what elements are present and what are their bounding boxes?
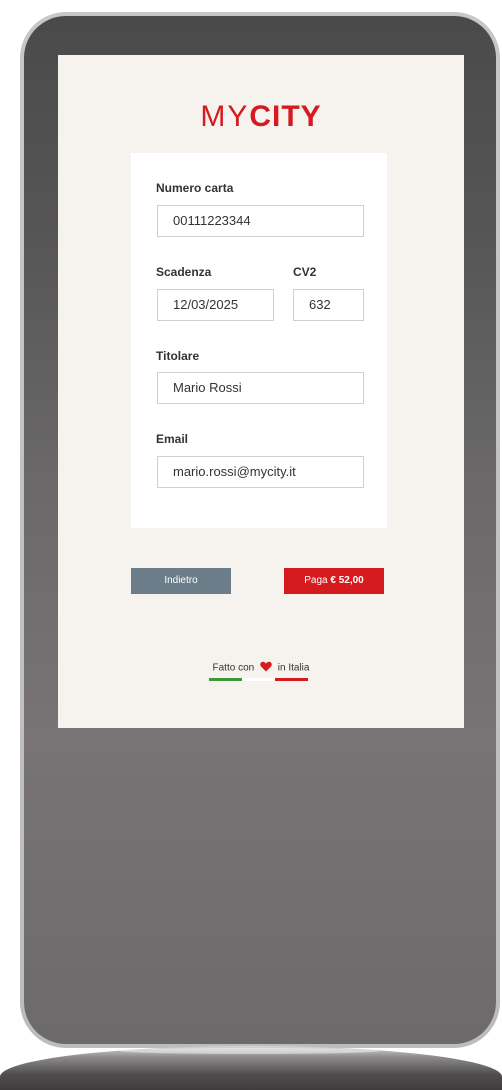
kiosk-screen: MYCITY Numero carta 00111223344 Scadenza…	[58, 55, 464, 728]
kiosk-base-highlight	[120, 1048, 380, 1054]
expiry-input[interactable]: 12/03/2025	[157, 289, 274, 321]
card-number-input[interactable]: 00111223344	[157, 205, 364, 237]
back-button[interactable]: Indietro	[131, 568, 231, 594]
email-label: Email	[156, 432, 189, 446]
pay-label: Paga	[304, 575, 328, 586]
flag-green-stripe	[209, 678, 242, 681]
logo-city-text: CITY	[249, 100, 322, 133]
flag-red-stripe	[275, 678, 308, 681]
flag-white-stripe	[242, 678, 275, 681]
cv2-label: CV2	[293, 265, 317, 279]
expiry-label: Scadenza	[156, 265, 212, 279]
holder-label: Titolare	[156, 349, 200, 363]
card-number-label: Numero carta	[156, 181, 234, 195]
footer-in-italy: in Italia	[277, 662, 310, 674]
cv2-input[interactable]: 632	[293, 289, 364, 321]
made-in-italy-footer: Fatto con in Italia	[58, 661, 464, 675]
holder-input[interactable]: Mario Rossi	[157, 372, 364, 404]
logo-my-text: MY	[200, 100, 250, 133]
email-input[interactable]: mario.rossi@mycity.it	[157, 456, 364, 488]
payment-form-card: Numero carta 00111223344 Scadenza CV2 12…	[131, 153, 387, 528]
pay-amount: € 52,00	[330, 575, 364, 586]
mycity-logo: MYCITY	[58, 99, 464, 135]
footer-made-with: Fatto con	[212, 662, 255, 674]
heart-icon	[260, 661, 272, 675]
pay-button[interactable]: Paga € 52,00	[284, 568, 384, 594]
